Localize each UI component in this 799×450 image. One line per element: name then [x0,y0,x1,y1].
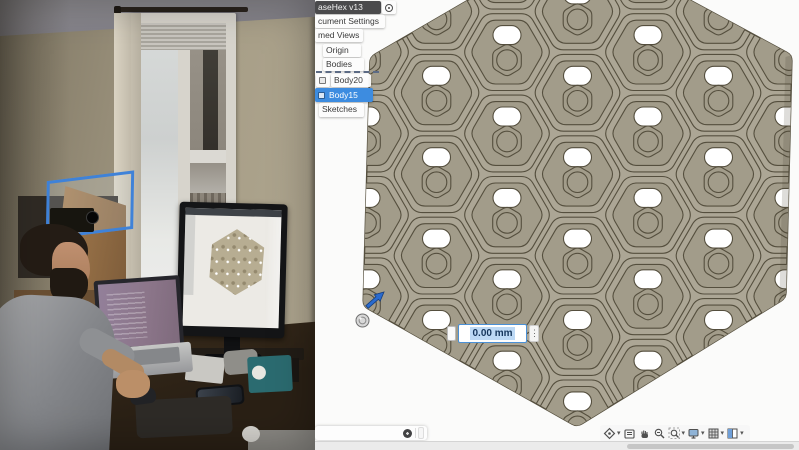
display-settings-icon[interactable]: ▾ [687,427,705,440]
cell-hole[interactable] [705,148,733,167]
cell-hole[interactable] [705,311,733,330]
screenshot-frame: aseHex v13 cument Settings med Views Ori… [0,0,799,450]
cell-hole[interactable] [564,311,592,330]
cell-hole[interactable] [564,66,592,85]
cell-hole[interactable] [634,26,662,45]
document-root-item[interactable]: aseHex v13 [315,1,381,14]
earbud-case [242,426,260,442]
body15-label: Body15 [329,88,358,102]
cell-hole[interactable] [705,229,733,248]
cell-hole[interactable] [564,148,592,167]
radio-dot-icon [388,7,390,9]
cell-hole[interactable] [705,66,733,85]
mini-hex-model [205,228,267,296]
activate-component-radio[interactable] [382,1,396,14]
caret-down-icon: ▾ [721,429,725,439]
timeline-gear-icon[interactable] [403,429,412,438]
horizontal-scrollbar-thumb[interactable] [627,444,794,449]
cell-hole[interactable] [634,351,662,370]
grid-settings-icon[interactable]: ▾ [707,427,725,440]
body-cube-icon [318,92,325,99]
person-torso [0,293,117,450]
monitor-screen [183,208,282,328]
cell-hole[interactable] [634,107,662,126]
cell-hole[interactable] [564,392,592,411]
mini-cad-toolbar [185,208,281,218]
building-window [203,50,218,162]
camera-lens [86,211,99,224]
window-blinds [141,23,226,50]
cell-hole[interactable] [493,26,521,45]
manipulator-sphere[interactable] [356,314,369,327]
riser-leg [292,358,299,382]
bodies-drop-indicator [316,71,379,73]
bottom-scroll-strip [315,441,799,450]
cell-hole[interactable] [705,0,733,4]
dimension-input[interactable]: 0.00 mm [458,324,527,343]
dimension-value: 0.00 mm [470,327,514,340]
browser-item-body20[interactable]: Body20 [331,74,371,87]
person-hand [116,370,150,398]
cell-hole[interactable] [423,392,451,411]
dimension-menu-handle[interactable]: ⋮ [529,325,539,342]
caret-down-icon: ▾ [740,429,744,439]
cell-hole[interactable] [493,188,521,207]
cell-hole[interactable] [493,107,521,126]
browser-item-body15-selected[interactable]: Body15 [315,88,373,102]
cell-hole[interactable] [775,26,799,45]
caret-down-icon: ▾ [701,429,705,439]
fit-icon[interactable]: ▾ [668,427,686,440]
cell-hole[interactable] [423,229,451,248]
cad-viewport[interactable]: aseHex v13 cument Settings med Views Ori… [315,0,799,450]
external-monitor [176,202,287,339]
cell-hole[interactable] [352,270,380,289]
caret-down-icon: ▾ [682,429,686,439]
timeline-bar[interactable] [315,426,427,440]
timeline-divider [415,428,416,438]
browser-item-document-settings[interactable]: cument Settings [315,15,385,28]
webcam-photo-region [0,0,315,450]
zoom-icon[interactable] [653,427,666,440]
cell-hole[interactable] [564,229,592,248]
browser-item-bodies[interactable]: Bodies [323,58,364,71]
cell-hole[interactable] [423,148,451,167]
pan-icon[interactable] [638,427,651,440]
dimension-drag-handle[interactable] [447,326,456,341]
cell-hole[interactable] [352,351,380,370]
browser-panel: aseHex v13 cument Settings med Views Ori… [315,0,425,130]
body-cube-icon [319,77,326,84]
cell-hole[interactable] [423,0,451,4]
cell-hole[interactable] [705,392,733,411]
sphere-highlight [359,317,361,319]
viewports-icon[interactable]: ▾ [726,427,744,440]
cell-hole[interactable] [493,270,521,289]
teal-product-box [247,355,293,393]
cell-hole[interactable] [634,270,662,289]
mini-cad-panel [183,215,195,295]
cell-hole[interactable] [634,188,662,207]
timeline-expand-handle[interactable] [418,427,424,439]
cell-hole[interactable] [775,351,799,370]
body-visibility-icon[interactable] [316,74,330,87]
navigation-toolbar: ▾ ▾ ▾ ▾ [600,425,750,442]
look-at-icon[interactable] [623,427,636,440]
orbit-icon[interactable]: ▾ [603,427,621,440]
cell-hole[interactable] [423,66,451,85]
building-light-band [190,150,226,163]
curtain-rod [118,7,248,12]
box-label [252,365,267,380]
caret-down-icon: ▾ [617,429,621,439]
screen-glare [264,217,281,328]
browser-item-origin[interactable]: Origin [323,44,361,57]
browser-item-named-views[interactable]: med Views [315,29,363,42]
cell-hole[interactable] [493,351,521,370]
browser-item-sketches[interactable]: Sketches [319,103,364,117]
window-pane-left [141,23,178,313]
